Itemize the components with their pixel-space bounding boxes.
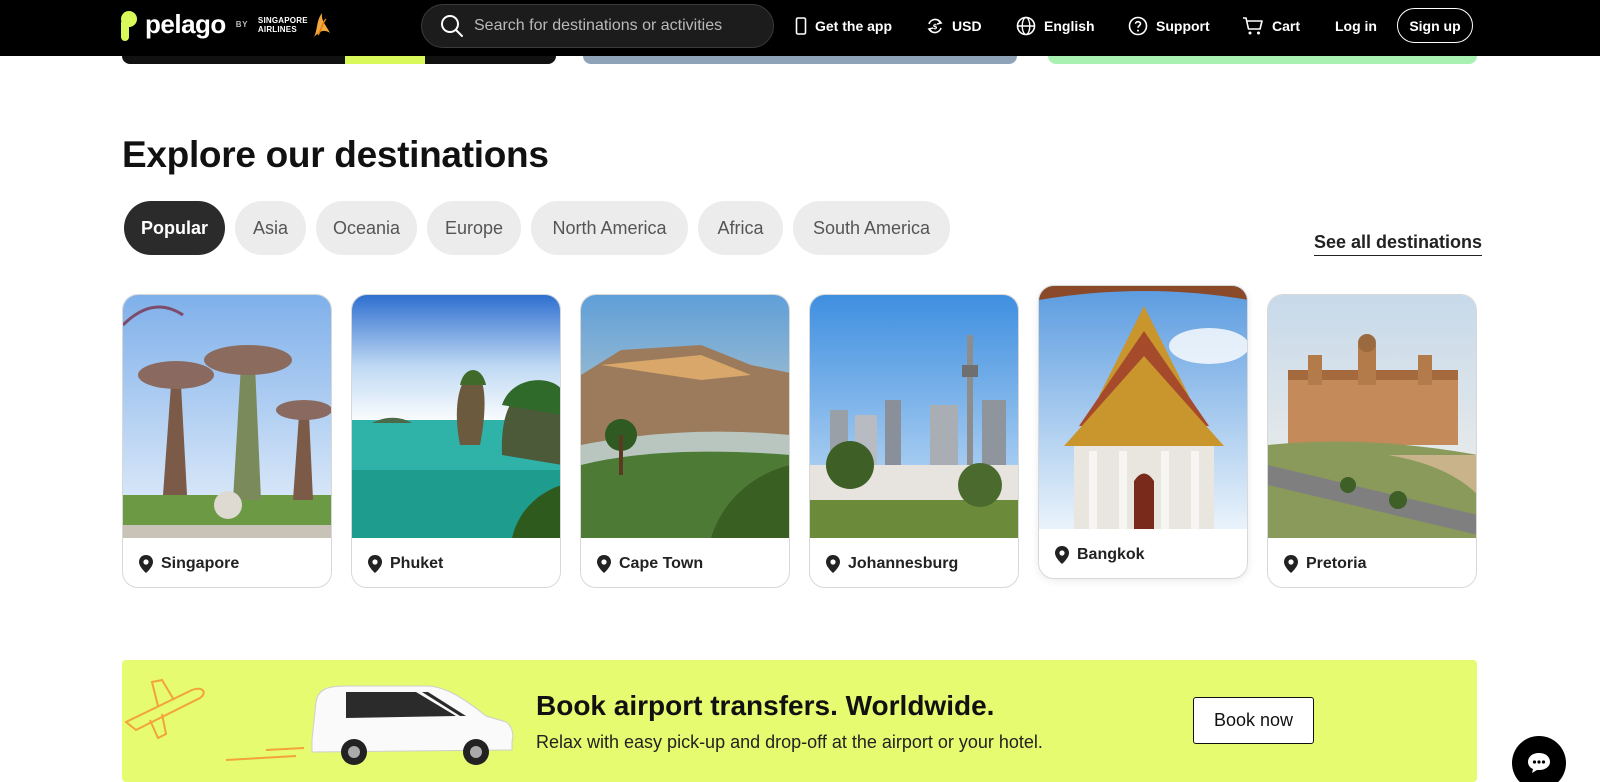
partner-line-2: AIRLINES <box>257 24 297 34</box>
cart-label: Cart <box>1272 18 1301 34</box>
currency-exchange-icon: $ <box>927 18 943 34</box>
language-selector[interactable]: English <box>1016 14 1095 38</box>
hero-card-remnant <box>122 56 556 64</box>
destination-image <box>581 295 789 538</box>
section-title: Explore our destinations <box>122 134 549 175</box>
currency-label: USD <box>952 18 982 34</box>
destination-card-singapore[interactable]: Singapore <box>122 294 332 588</box>
region-tab-south-america[interactable]: South America <box>793 201 950 255</box>
destination-card-pretoria[interactable]: Pretoria <box>1267 294 1477 588</box>
search-icon <box>441 15 463 37</box>
top-navigation-bar: pelago BY SINGAPORE AIRLINES Search for … <box>0 0 1600 56</box>
phone-icon <box>795 17 807 35</box>
region-tab-europe[interactable]: Europe <box>427 201 521 255</box>
globe-icon <box>1016 16 1036 36</box>
signup-button[interactable]: Sign up <box>1397 8 1473 43</box>
cart-link[interactable]: Cart <box>1242 14 1300 38</box>
hero-card-remnant <box>583 56 1017 64</box>
svg-text:$: $ <box>933 23 938 31</box>
location-pin-icon <box>597 554 611 573</box>
singapore-airlines-logo: SINGAPORE AIRLINES <box>258 11 332 39</box>
get-app-label: Get the app <box>815 18 893 34</box>
location-pin-icon <box>826 554 840 573</box>
see-all-destinations-link[interactable]: See all destinations <box>1314 232 1483 256</box>
support-link[interactable]: Support <box>1128 14 1210 38</box>
destination-image <box>123 295 331 538</box>
destination-name: Cape Town <box>619 554 704 572</box>
pelago-logo-icon <box>121 10 141 41</box>
speed-lines-illustration <box>226 747 305 761</box>
destination-name: Pretoria <box>1306 554 1367 572</box>
location-pin-icon <box>139 554 153 573</box>
destination-name: Johannesburg <box>848 554 959 572</box>
search-input[interactable]: Search for destinations or activities <box>474 17 722 35</box>
chat-bubble-icon <box>1528 753 1550 773</box>
chat-widget-button[interactable] <box>1512 736 1566 782</box>
region-tab-asia[interactable]: Asia <box>235 201 306 255</box>
search-bar[interactable]: Search for destinations or activities <box>421 4 774 48</box>
location-pin-icon <box>1055 545 1069 564</box>
van-illustration <box>311 685 514 765</box>
help-icon <box>1128 16 1148 36</box>
destination-card-cape-town[interactable]: Cape Town <box>580 294 790 588</box>
promo-subtitle: Relax with easy pick-up and drop-off at … <box>536 732 1043 752</box>
destination-image <box>810 295 1018 538</box>
airplane-illustration <box>124 678 205 740</box>
region-tab-oceania[interactable]: Oceania <box>316 201 417 255</box>
cart-icon <box>1243 17 1263 35</box>
pelago-logo[interactable]: pelago BY SINGAPORE AIRLINES <box>121 9 332 41</box>
promo-title: Book airport transfers. Worldwide. <box>536 690 995 721</box>
region-tab-africa[interactable]: Africa <box>698 201 783 255</box>
support-label: Support <box>1156 18 1210 34</box>
brand-by: BY <box>235 20 248 29</box>
destination-name: Singapore <box>161 554 240 572</box>
destination-name: Bangkok <box>1077 545 1145 563</box>
location-pin-icon <box>368 554 382 573</box>
destination-image <box>1268 295 1476 538</box>
book-now-button[interactable]: Book now <box>1193 697 1314 744</box>
destination-image <box>1039 286 1247 529</box>
destination-card-bangkok[interactable]: Bangkok <box>1038 285 1248 579</box>
destination-name: Phuket <box>390 554 444 572</box>
region-tab-popular[interactable]: Popular <box>124 201 225 255</box>
destination-card-phuket[interactable]: Phuket <box>351 294 561 588</box>
airport-transfer-banner: Book airport transfers. Worldwide. Relax… <box>122 660 1477 782</box>
destination-image <box>352 295 560 538</box>
destination-card-johannesburg[interactable]: Johannesburg <box>809 294 1019 588</box>
login-link[interactable]: Log in <box>1335 14 1377 38</box>
get-app-link[interactable]: Get the app <box>795 14 892 38</box>
partner-line-1: SINGAPORE <box>257 15 308 25</box>
brand-name: pelago <box>145 9 226 39</box>
location-pin-icon <box>1284 554 1298 573</box>
hero-card-remnant <box>1048 56 1477 64</box>
hero-card-remnant-accent <box>345 56 425 64</box>
currency-selector[interactable]: $ USD <box>926 14 982 38</box>
region-tab-north-america[interactable]: North America <box>531 201 688 255</box>
singapore-airlines-bird-icon <box>313 12 330 37</box>
language-label: English <box>1044 18 1095 34</box>
